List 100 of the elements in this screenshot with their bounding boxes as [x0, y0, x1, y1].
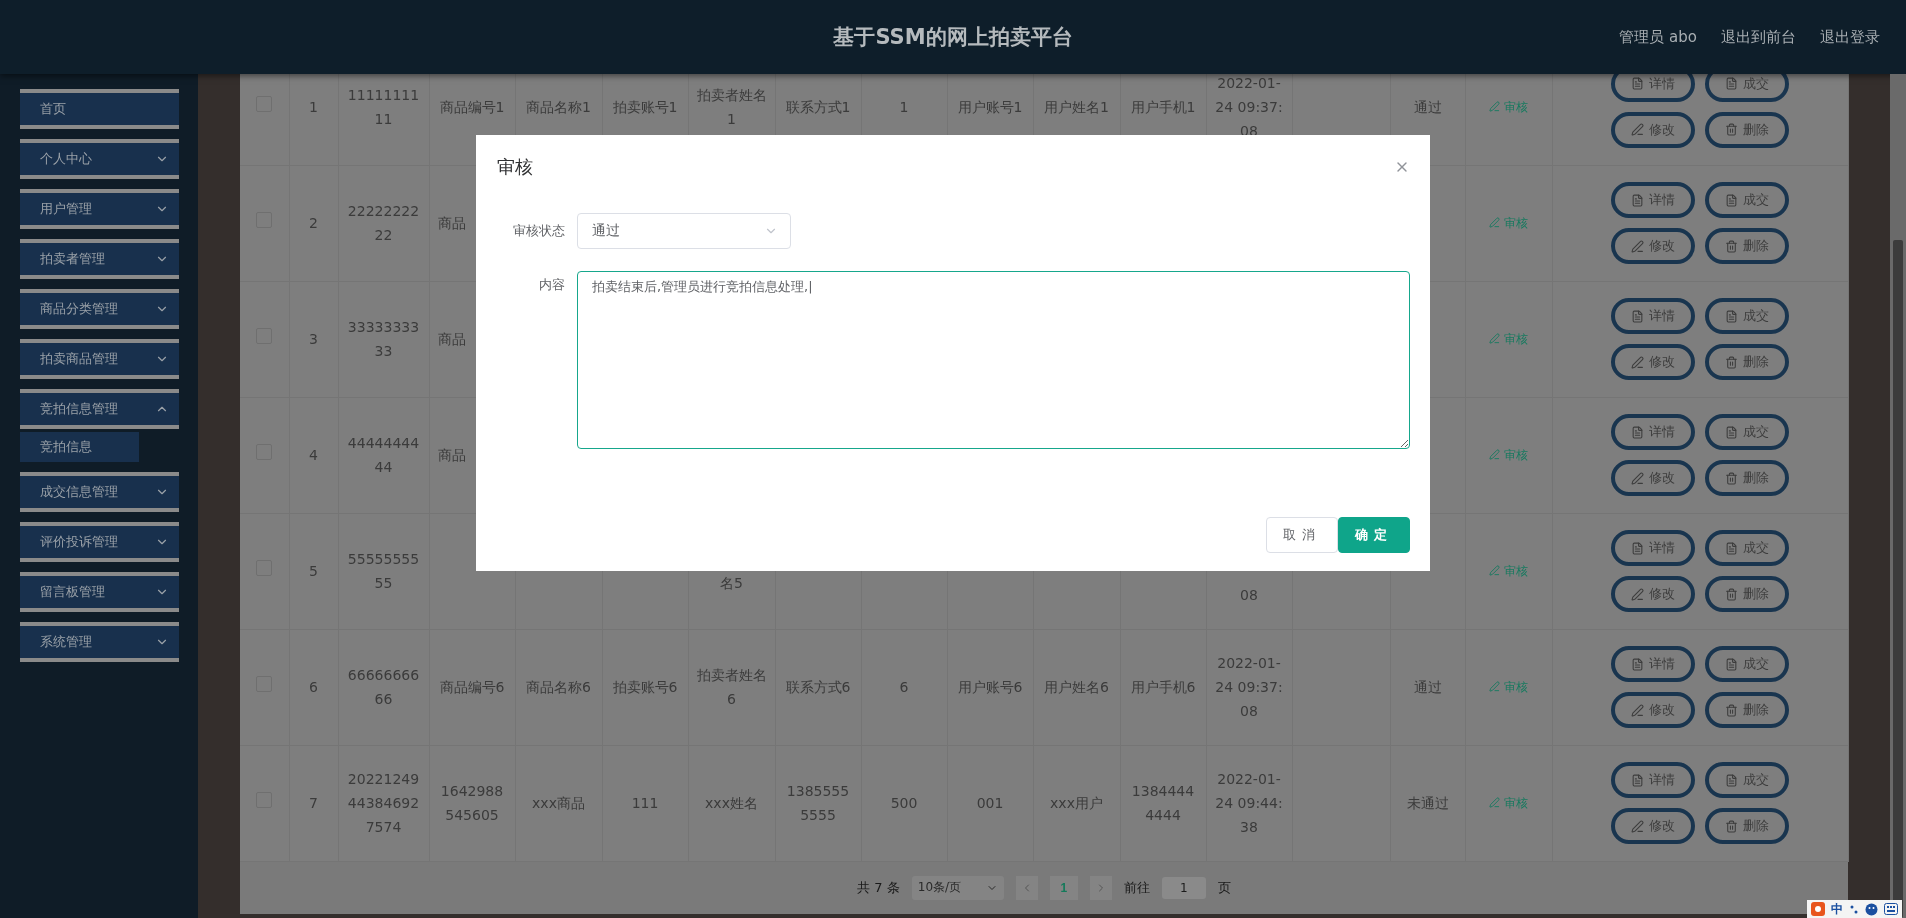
table-cell: xxx姓名: [705, 795, 758, 811]
table-cell: 500: [890, 795, 918, 811]
action-button[interactable]: 详情: [1611, 762, 1695, 798]
action-button[interactable]: 修改: [1611, 228, 1695, 264]
action-button[interactable]: 成交: [1705, 762, 1789, 798]
action-button[interactable]: 修改: [1611, 344, 1695, 380]
table-cell: 商品: [437, 447, 466, 463]
header-link[interactable]: 退出登录: [1820, 27, 1880, 47]
table-cell: 通过: [1413, 98, 1442, 115]
menu-item[interactable]: 拍卖者管理: [20, 239, 179, 279]
table-cell: 20221249443846927574: [347, 771, 420, 835]
ime-toolbar[interactable]: 中: [1807, 900, 1902, 918]
table-cell: 2222222222: [347, 203, 420, 243]
trash-icon: [1725, 471, 1738, 485]
confirm-button[interactable]: 确定: [1338, 517, 1410, 553]
document-icon: [1631, 773, 1644, 787]
pencil-icon: [1631, 471, 1644, 485]
action-button[interactable]: 成交: [1705, 530, 1789, 566]
action-button[interactable]: 成交: [1705, 298, 1789, 334]
action-button[interactable]: 详情: [1611, 298, 1695, 334]
pencil-icon: [1489, 101, 1500, 112]
punctuation-icon: [1849, 903, 1859, 915]
submenu-item[interactable]: 竞拍信息: [20, 432, 139, 462]
document-icon: [1725, 541, 1738, 555]
action-button[interactable]: 详情: [1611, 414, 1695, 450]
action-button[interactable]: 删除: [1705, 228, 1789, 264]
action-button[interactable]: 删除: [1705, 111, 1789, 148]
goto-label: 前往: [1123, 878, 1150, 897]
action-button[interactable]: 删除: [1705, 576, 1789, 612]
menu-item[interactable]: 成交信息管理: [20, 472, 179, 512]
menu-label: 系统管理: [40, 633, 92, 651]
table-cell: 2022-01-24 09:37:08: [1215, 655, 1283, 719]
action-button[interactable]: 修改: [1611, 111, 1695, 148]
cancel-button[interactable]: 取消: [1266, 517, 1338, 553]
menu-item[interactable]: 商品分类管理: [20, 289, 179, 329]
header-link[interactable]: 退出到前台: [1721, 27, 1796, 47]
pencil-icon: [1631, 703, 1644, 717]
header-link[interactable]: 管理员 abo: [1619, 27, 1697, 47]
keyboard-icon: [1884, 903, 1898, 915]
dialog-title: 审核: [497, 155, 533, 179]
action-button[interactable]: 成交: [1705, 74, 1789, 102]
action-button[interactable]: 成交: [1705, 182, 1789, 218]
table-cell: 名5: [720, 575, 743, 591]
action-button[interactable]: 修改: [1611, 576, 1695, 612]
menu-item[interactable]: 竞拍信息管理: [20, 389, 179, 429]
table-cell: 4: [309, 447, 318, 463]
action-button[interactable]: 详情: [1611, 646, 1695, 682]
action-button[interactable]: 详情: [1611, 530, 1695, 566]
document-icon: [1631, 657, 1644, 671]
pencil-icon: [1489, 217, 1500, 229]
action-button[interactable]: 成交: [1705, 414, 1789, 450]
pencil-icon: [1489, 681, 1500, 693]
action-button[interactable]: 成交: [1705, 646, 1789, 682]
field-label: 审核状态: [512, 222, 565, 240]
pencil-icon: [1631, 239, 1644, 253]
page-suffix: 页: [1217, 878, 1231, 897]
document-icon: [1631, 541, 1644, 555]
scrollbar-thumb[interactable]: [1893, 240, 1903, 918]
trash-icon: [1725, 819, 1738, 833]
menu-label: 竞拍信息管理: [40, 400, 118, 418]
menu-label: 用户管理: [40, 200, 92, 218]
pencil-icon: [1631, 587, 1644, 601]
document-icon: [1631, 425, 1644, 439]
page-input[interactable]: 1: [1161, 876, 1206, 899]
action-button[interactable]: 删除: [1705, 808, 1789, 844]
menu-item[interactable]: 个人中心: [20, 139, 179, 179]
menu-item[interactable]: 系统管理: [20, 622, 179, 662]
pencil-icon: [1489, 565, 1500, 577]
table-cell: 拍卖账号6: [612, 679, 678, 695]
action-button[interactable]: 修改: [1611, 692, 1695, 728]
table-cell: 商品编号6: [439, 679, 505, 695]
next-page-button[interactable]: [1089, 875, 1112, 900]
content-field[interactable]: 拍卖结束后,管理员进行竞拍信息处理,|: [576, 271, 1410, 449]
table-cell: 联系方式6: [785, 679, 851, 695]
prev-page-button[interactable]: [1015, 875, 1038, 900]
table-cell: 用户手机1: [1130, 98, 1196, 115]
table-cell: 商品名称1: [526, 98, 591, 115]
action-button[interactable]: 删除: [1705, 692, 1789, 728]
menu-item[interactable]: 评价投诉管理: [20, 522, 179, 562]
table-cell: 商品编号1: [439, 98, 505, 115]
menu-label: 商品分类管理: [40, 300, 118, 318]
document-icon: [1725, 425, 1738, 439]
page-size-select[interactable]: 10条/页: [911, 875, 1004, 900]
action-button[interactable]: 详情: [1611, 182, 1695, 218]
table-cell: 111: [631, 795, 659, 811]
scrollbar[interactable]: [1890, 74, 1906, 918]
menu-item[interactable]: 拍卖商品管理: [20, 339, 179, 379]
action-button[interactable]: 修改: [1611, 460, 1695, 496]
action-button[interactable]: 删除: [1705, 344, 1789, 380]
action-button[interactable]: 修改: [1611, 808, 1695, 844]
menu-item[interactable]: 留言板管理: [20, 572, 179, 612]
menu-item[interactable]: 用户管理: [20, 189, 179, 229]
action-button[interactable]: 删除: [1705, 460, 1789, 496]
status-select[interactable]: 通过: [577, 213, 791, 249]
menu-item[interactable]: 首页: [20, 89, 179, 129]
action-button[interactable]: 详情: [1611, 74, 1695, 102]
table-cell: 联系方式1: [785, 98, 851, 115]
table-cell: 1642988545605: [440, 783, 504, 823]
document-icon: [1725, 773, 1738, 787]
page-button[interactable]: 1: [1049, 875, 1078, 900]
